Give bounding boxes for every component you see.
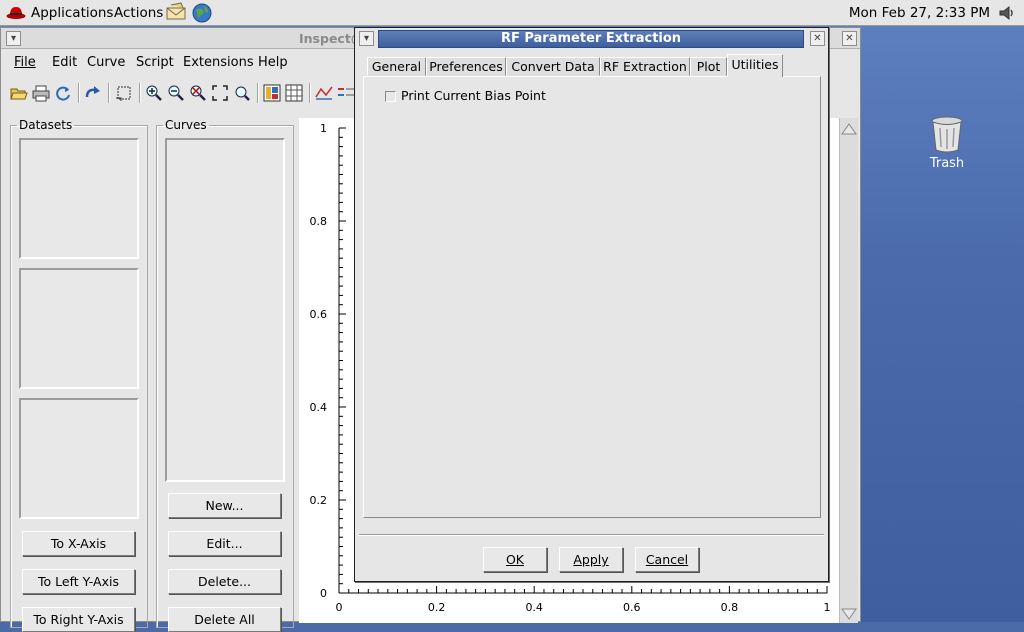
y-tick-label: 1 (320, 122, 327, 135)
x-tick-label: 1 (824, 601, 831, 614)
open-folder-icon[interactable] (10, 84, 28, 102)
to-x-axis-button[interactable]: To X-Axis (22, 531, 135, 556)
dataset-list-2[interactable] (19, 268, 139, 389)
edit-curve-button[interactable]: Edit... (168, 531, 281, 556)
redhat-icon[interactable] (6, 4, 26, 20)
dialog-title: RF Parameter Extraction (500, 31, 682, 46)
grid-icon[interactable] (285, 84, 303, 102)
to-left-y-axis-button[interactable]: To Left Y-Axis (22, 569, 135, 594)
toolbar-separator (309, 83, 311, 103)
toolbar-separator (78, 83, 80, 103)
x-tick-label: 0.4 (525, 601, 543, 614)
top-panel: Applications Actions Mon Feb 27, 2:33 PM (0, 0, 1024, 26)
toolbar-separator (139, 83, 141, 103)
menu-edit[interactable]: Edit (52, 55, 77, 70)
cancel-button[interactable]: Cancel (635, 547, 699, 572)
menu-curve[interactable]: Curve (87, 55, 125, 70)
volume-icon[interactable] (998, 4, 1016, 22)
menu-help-label: Help (258, 55, 288, 70)
ok-button[interactable]: OK (483, 547, 547, 572)
x-tick-label: 0.2 (428, 601, 446, 614)
dataset-list-3[interactable] (19, 398, 139, 519)
zoom-in-icon[interactable] (145, 84, 163, 102)
menu-help[interactable]: Help (258, 55, 288, 70)
y-tick-label: 0 (320, 587, 327, 600)
trash-desktop-icon[interactable]: Trash (924, 114, 970, 171)
dataset-list-1[interactable] (19, 138, 139, 259)
datasets-label: Datasets (19, 118, 73, 132)
curve-style-icon[interactable] (315, 84, 333, 102)
print-icon[interactable] (32, 84, 50, 102)
delete-all-curves-button[interactable]: Delete All (168, 607, 281, 632)
clock[interactable]: Mon Feb 27, 2:33 PM (849, 5, 990, 21)
rf-parameter-extraction-dialog: ▾ RF Parameter Extraction ✕ General Pref… (354, 27, 829, 582)
dialog-tabbar: General Preferences Convert Data RF Extr… (363, 54, 823, 77)
zoom-reset-icon[interactable] (189, 84, 207, 102)
tab-preferences[interactable]: Preferences (426, 57, 506, 76)
to-right-y-axis-button[interactable]: To Right Y-Axis (22, 607, 135, 632)
scroll-up-arrow-icon[interactable] (840, 120, 858, 138)
ok-button-label: OK (505, 552, 525, 567)
tab-convert-data[interactable]: Convert Data (506, 57, 600, 76)
x-tick-label: 0 (336, 601, 343, 614)
fit-to-window-icon[interactable] (211, 84, 229, 102)
menu-extensions[interactable]: Extensions (183, 55, 254, 70)
menu-file[interactable]: File (14, 55, 36, 70)
curves-list[interactable] (165, 138, 285, 482)
applications-menu[interactable]: Applications (31, 5, 113, 21)
color-map-icon[interactable] (263, 84, 281, 102)
dialog-separator (359, 534, 824, 536)
apply-button-label: Apply (573, 552, 609, 567)
y-tick-label: 0.8 (310, 215, 328, 228)
trash-icon (931, 116, 963, 153)
apply-button[interactable]: Apply (559, 547, 623, 572)
dialog-menu-button[interactable]: ▾ (359, 31, 374, 46)
window-close-button[interactable]: ✕ (842, 31, 857, 46)
toolbar-separator (108, 83, 110, 103)
y-tick-label: 0.6 (310, 308, 328, 321)
zoom-out-icon[interactable] (167, 84, 185, 102)
menu-edit-label: Edit (52, 55, 78, 70)
utilities-tab-panel (363, 76, 821, 518)
trash-label: Trash (929, 156, 965, 171)
mail-launcher-icon[interactable] (165, 2, 187, 22)
web-browser-icon[interactable] (191, 2, 213, 24)
menu-script[interactable]: Script (136, 55, 174, 70)
menu-extensions-label: Extensions (183, 55, 254, 70)
toolbar-separator (257, 83, 259, 103)
tab-rf-extraction[interactable]: RF Extraction (600, 57, 690, 76)
delete-curve-button[interactable]: Delete... (168, 569, 281, 594)
y-tick-label: 0.4 (310, 401, 328, 414)
dialog-titlebar[interactable]: RF Parameter Extraction (378, 30, 804, 48)
actions-menu[interactable]: Actions (114, 5, 163, 21)
y-tick-label: 0.2 (310, 494, 328, 507)
refresh-icon[interactable] (54, 84, 72, 102)
cancel-button-label: Cancel (645, 552, 689, 567)
redo-icon[interactable] (84, 84, 102, 102)
menu-file-label: File (14, 55, 36, 70)
print-bias-point-label[interactable]: Print Current Bias Point (401, 88, 546, 103)
scroll-down-arrow-icon[interactable] (840, 605, 858, 623)
tab-plot[interactable]: Plot (690, 57, 727, 76)
window-menu-button[interactable]: ▾ (6, 31, 21, 46)
new-curve-button[interactable]: New... (168, 493, 281, 518)
tab-utilities[interactable]: Utilities (727, 54, 783, 77)
curves-label: Curves (165, 118, 207, 132)
zoom-select-icon[interactable] (233, 84, 251, 102)
x-tick-label: 0.8 (721, 601, 739, 614)
dialog-close-button[interactable]: ✕ (810, 31, 825, 46)
x-tick-label: 0.6 (623, 601, 641, 614)
tab-general[interactable]: General (367, 57, 426, 76)
menu-script-label: Script (136, 55, 174, 70)
print-bias-point-checkbox[interactable] (385, 91, 396, 102)
select-region-icon[interactable] (115, 84, 133, 102)
menu-curve-label: Curve (87, 55, 126, 70)
legend-icon[interactable] (337, 84, 355, 102)
plot-vertical-scrollbar[interactable] (839, 118, 858, 623)
